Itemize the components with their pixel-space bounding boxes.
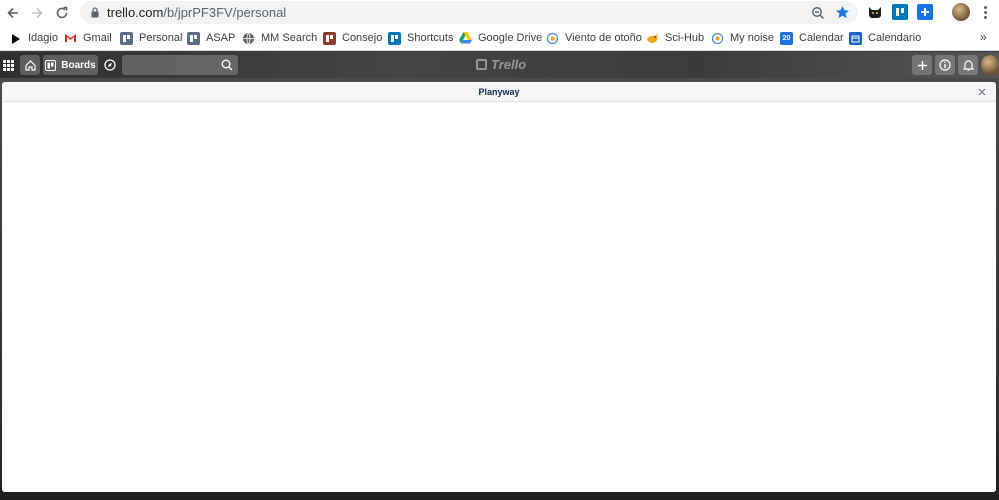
plus-icon xyxy=(917,60,927,70)
close-icon xyxy=(978,88,986,96)
browser-menu-icon[interactable] xyxy=(978,3,992,21)
url-path: /b/jprPF3FV/personal xyxy=(163,5,287,20)
boards-button[interactable]: Boards xyxy=(43,55,98,75)
bookmark-calendario[interactable]: Calendario xyxy=(849,30,921,46)
forward-button[interactable] xyxy=(27,3,47,23)
bookmark-label: Idagio xyxy=(28,32,58,44)
jump-to-board-button[interactable] xyxy=(101,55,118,75)
bird-icon xyxy=(646,32,659,45)
trello-board-icon xyxy=(323,31,336,45)
address-bar[interactable]: trello.com/b/jprPF3FV/personal xyxy=(80,1,858,24)
bookmark-label: My noise xyxy=(730,32,775,44)
calendar-icon: 20 xyxy=(780,31,793,45)
compass-icon xyxy=(103,59,116,71)
trello-search-input[interactable] xyxy=(122,55,238,75)
globe-icon xyxy=(242,32,255,45)
browser-toolbar: trello.com/b/jprPF3FV/personal xyxy=(0,0,999,25)
notifications-button[interactable] xyxy=(958,55,978,75)
trello-logo-icon xyxy=(476,59,487,70)
boards-label: Boards xyxy=(61,59,96,71)
trello-board-icon xyxy=(120,31,133,45)
gmail-icon xyxy=(64,32,77,45)
bookmark-consejo[interactable]: Consejo xyxy=(323,30,382,46)
trello-logo-text: Trello xyxy=(491,57,527,72)
plus-extension-icon[interactable] xyxy=(917,4,933,20)
trello-extension-icon[interactable] xyxy=(892,4,908,20)
bookmark-label: Calendario xyxy=(868,32,922,44)
bookmark-label: Google Drive xyxy=(478,32,543,44)
idagio-icon xyxy=(9,32,22,45)
info-icon xyxy=(939,59,951,71)
reload-icon xyxy=(56,6,68,19)
search-icon xyxy=(221,59,233,71)
reload-button[interactable] xyxy=(52,3,72,23)
bookmark-label: Gmail xyxy=(83,32,112,44)
zoom-icon[interactable] xyxy=(809,4,826,21)
url-host: trello.com xyxy=(107,5,164,20)
bookmark-label: MM Search xyxy=(261,32,318,44)
bookmark-mm-search[interactable]: MM Search xyxy=(242,30,317,46)
bookmark-label: Consejo xyxy=(342,32,383,44)
profile-avatar[interactable] xyxy=(952,3,970,21)
home-icon xyxy=(24,59,36,71)
modal-header: Planyway xyxy=(2,82,996,102)
bookmark-calendar[interactable]: 20 Calendar xyxy=(780,30,844,46)
trello-board-icon xyxy=(187,31,200,45)
bookmark-label: ASAP xyxy=(206,32,236,44)
lock-icon xyxy=(91,7,99,18)
home-button[interactable] xyxy=(20,55,40,75)
back-arrow-icon xyxy=(7,7,18,19)
modal-body xyxy=(2,102,996,492)
google-drive-icon xyxy=(459,32,472,45)
planyway-modal: Planyway xyxy=(2,82,996,492)
modal-title: Planyway xyxy=(478,87,520,97)
back-button[interactable] xyxy=(3,3,23,23)
bookmark-gmail[interactable]: Gmail xyxy=(64,30,112,46)
bell-icon xyxy=(962,60,974,71)
planet-icon xyxy=(711,32,724,45)
close-button[interactable] xyxy=(976,86,988,98)
create-button[interactable] xyxy=(912,55,932,75)
forward-arrow-icon xyxy=(32,7,43,19)
trello-icon xyxy=(388,31,401,45)
bookmarks-overflow-button[interactable]: » xyxy=(980,30,987,44)
bookmark-label: Sci-Hub xyxy=(665,32,705,44)
bookmark-idagio[interactable]: Idagio xyxy=(9,30,58,46)
bookmark-shortcuts[interactable]: Shortcuts xyxy=(388,30,453,46)
bookmark-sci-hub[interactable]: Sci-Hub xyxy=(646,30,704,46)
bookmark-asap[interactable]: ASAP xyxy=(187,30,235,46)
bookmark-personal[interactable]: Personal xyxy=(120,30,182,46)
cat-extension-icon[interactable] xyxy=(867,4,883,20)
bookmark-my-noise[interactable]: My noise xyxy=(711,30,774,46)
bookmark-google-drive[interactable]: Google Drive xyxy=(459,30,542,46)
bookmark-label: Shortcuts xyxy=(407,32,454,44)
url-text: trello.com/b/jprPF3FV/personal xyxy=(107,5,286,20)
calendar-icon xyxy=(849,31,862,45)
app-switcher-icon[interactable] xyxy=(0,55,16,75)
bookmark-label: Viento de otoño xyxy=(565,32,642,44)
member-avatar[interactable] xyxy=(981,55,999,75)
info-button[interactable] xyxy=(935,55,955,75)
bookmark-star-icon[interactable] xyxy=(834,4,851,21)
planet-icon xyxy=(546,32,559,45)
bookmark-viento-de-otono[interactable]: Viento de otoño xyxy=(546,30,642,46)
bookmark-label: Personal xyxy=(139,32,183,44)
boards-icon xyxy=(45,59,57,71)
trello-logo: Trello xyxy=(476,57,526,72)
bookmark-label: Calendar xyxy=(799,32,844,44)
bookmarks-bar: Idagio Gmail Personal ASAP MM Search Con… xyxy=(0,25,999,51)
